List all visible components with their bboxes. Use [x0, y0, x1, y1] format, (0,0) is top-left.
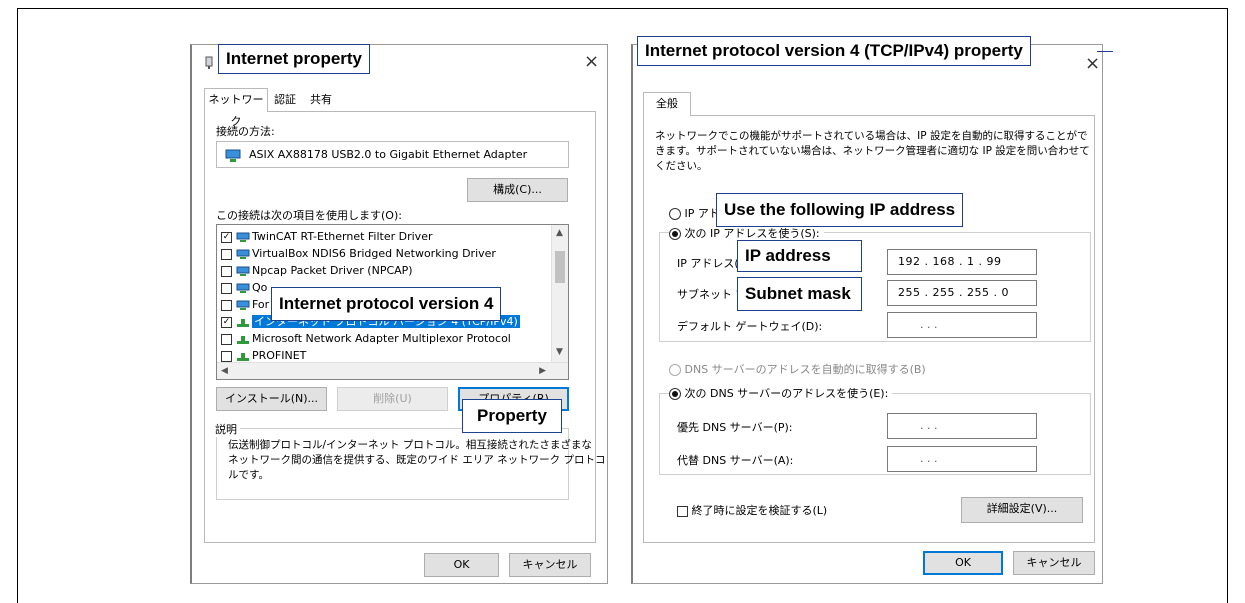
list-item[interactable]: VirtualBox NDIS6 Bridged Networking Driv…	[221, 246, 496, 262]
dns-auto-label: DNS サーバーのアドレスを自動的に取得する(B)	[684, 363, 926, 376]
close-icon[interactable]: ×	[584, 51, 599, 72]
cancel-button[interactable]: キャンセル	[509, 553, 591, 577]
radio-auto-ip[interactable]	[669, 208, 681, 220]
item-checkbox[interactable]	[221, 350, 232, 362]
scroll-right-icon[interactable]: ▶	[539, 366, 546, 376]
network-icon	[236, 266, 250, 276]
use-ip-radio[interactable]: 次の IP アドレスを使う(S):	[669, 225, 824, 241]
ip-address-field[interactable]: 192 . 168 . 1 . 99	[887, 249, 1037, 275]
item-checkbox[interactable]	[221, 248, 232, 260]
advanced-button[interactable]: 詳細設定(V)...	[961, 497, 1083, 523]
install-button[interactable]: インストール(N)...	[216, 387, 327, 411]
vertical-scrollbar[interactable]: ▲ ▼	[551, 225, 568, 363]
ok-button[interactable]: OK	[923, 551, 1003, 575]
use-ip-label: 次の IP アドレスを使う(S):	[684, 227, 820, 240]
callout-property: Property	[462, 399, 562, 433]
adapter-icon	[225, 148, 241, 172]
items-label: この接続は次の項目を使用します(O):	[216, 209, 402, 222]
item-label: VirtualBox NDIS6 Bridged Networking Driv…	[252, 247, 496, 260]
item-label: PROFINET	[252, 349, 307, 362]
scroll-left-icon[interactable]: ◀	[221, 366, 228, 376]
validate-label: 終了時に設定を検証する(L)	[691, 504, 828, 517]
ok-button[interactable]: OK	[424, 553, 499, 577]
description-line: 伝送制御プロトコル/インターネット プロトコル。相互接続されたさまざまな	[228, 439, 592, 451]
list-item[interactable]: Qo	[221, 280, 267, 296]
validate-checkbox[interactable]	[677, 505, 688, 517]
protocol-icon	[237, 352, 249, 361]
callout-use-following-ip: Use the following IP address	[716, 193, 964, 227]
connect-using-label: 接続の方法:	[216, 125, 275, 138]
callout-internet-property: Internet property	[218, 44, 371, 74]
callout-protocol-v4: Internet protocol version 4	[271, 287, 502, 321]
tab-general[interactable]: 全般	[643, 92, 691, 116]
network-icon	[236, 249, 250, 259]
callout-ipv4-leader-line	[1097, 51, 1113, 52]
dns-manual-label: 次の DNS サーバーのアドレスを使う(E):	[684, 387, 889, 400]
item-checkbox[interactable]	[221, 299, 232, 311]
scroll-up-icon[interactable]: ▲	[556, 228, 563, 238]
cancel-button[interactable]: キャンセル	[1013, 551, 1095, 575]
ipv4-properties-dialog: × 全般 ネットワークでこの機能がサポートされている場合は、IP 設定を自動的に…	[631, 44, 1103, 584]
alternate-dns-label: 代替 DNS サーバー(A):	[677, 454, 794, 467]
default-gateway-field[interactable]: . . .	[887, 312, 1037, 338]
network-adapter-icon	[204, 56, 214, 73]
tab-network[interactable]: ネットワーク	[204, 88, 268, 128]
list-item[interactable]: Npcap Packet Driver (NPCAP)	[221, 263, 413, 279]
callout-ip-address: IP address	[737, 240, 862, 272]
scroll-thumb[interactable]	[555, 251, 565, 283]
network-icon	[236, 283, 250, 293]
item-checkbox[interactable]	[221, 265, 232, 277]
dns-manual-radio[interactable]: 次の DNS サーバーのアドレスを使う(E):	[669, 385, 893, 401]
item-label: TwinCAT RT-Ethernet Filter Driver	[252, 230, 433, 243]
protocol-icon	[237, 335, 249, 344]
list-item[interactable]: ✓ TwinCAT RT-Ethernet Filter Driver	[221, 229, 432, 245]
alternate-dns-field[interactable]: . . .	[887, 446, 1037, 472]
close-icon[interactable]: ×	[1085, 53, 1100, 74]
item-checkbox[interactable]	[221, 333, 232, 345]
tab-authentication[interactable]: 認証	[270, 89, 300, 111]
uninstall-button: 削除(U)	[337, 387, 448, 411]
description-line: ルです。	[228, 469, 269, 481]
item-checkbox[interactable]: ✓	[221, 231, 232, 243]
tab-sharing[interactable]: 共有	[304, 89, 338, 111]
preferred-dns-field[interactable]: . . .	[887, 413, 1037, 439]
dns-auto-radio[interactable]: DNS サーバーのアドレスを自動的に取得する(B)	[669, 361, 926, 377]
callout-ipv4-property: Internet protocol version 4 (TCP/IPv4) p…	[637, 36, 1031, 66]
item-label: For	[252, 298, 270, 311]
intro-line: ネットワークでこの機能がサポートされている場合は、IP 設定を自動的に取得するこ…	[655, 130, 1088, 142]
description-label: 説明	[212, 421, 240, 437]
list-item[interactable]: Microsoft Network Adapter Multiplexor Pr…	[221, 331, 511, 347]
item-label: Microsoft Network Adapter Multiplexor Pr…	[252, 332, 511, 345]
description-line: ネットワーク間の通信を提供する、既定のワイド エリア ネットワーク プロトコ	[228, 454, 606, 466]
item-label: Qo	[252, 281, 268, 294]
preferred-dns-label: 優先 DNS サーバー(P):	[677, 421, 793, 434]
scroll-down-icon[interactable]: ▼	[556, 347, 563, 357]
list-item[interactable]: For	[221, 297, 269, 313]
adapter-field: ASIX AX88178 USB2.0 to Gigabit Ethernet …	[216, 141, 569, 168]
validate-checkbox-row[interactable]: 終了時に設定を検証する(L)	[677, 502, 827, 518]
item-checkbox[interactable]: ✓	[221, 316, 232, 328]
auto-ip-radio[interactable]: IP アド	[669, 205, 720, 221]
callout-subnet-mask: Subnet mask	[737, 277, 862, 311]
intro-line: ください。	[655, 160, 708, 172]
network-icon	[236, 232, 250, 242]
radio-use-ip[interactable]	[669, 228, 681, 240]
network-icon	[236, 300, 250, 310]
configure-button[interactable]: 構成(C)...	[467, 178, 568, 202]
radio-dns-auto[interactable]	[669, 364, 681, 376]
subnet-mask-field[interactable]: 255 . 255 . 255 . 0	[887, 280, 1037, 306]
default-gateway-label: デフォルト ゲートウェイ(D):	[677, 320, 823, 333]
intro-line: きます。サポートされていない場合は、ネットワーク管理者に適切な IP 設定を問い…	[655, 145, 1090, 157]
horizontal-scrollbar[interactable]: ◀ ▶	[217, 362, 568, 379]
adapter-name: ASIX AX88178 USB2.0 to Gigabit Ethernet …	[249, 148, 528, 161]
protocol-icon	[237, 318, 249, 327]
radio-dns-manual[interactable]	[669, 388, 681, 400]
item-checkbox[interactable]	[221, 282, 232, 294]
item-label: Npcap Packet Driver (NPCAP)	[252, 264, 413, 277]
auto-ip-label: IP アド	[684, 207, 720, 220]
